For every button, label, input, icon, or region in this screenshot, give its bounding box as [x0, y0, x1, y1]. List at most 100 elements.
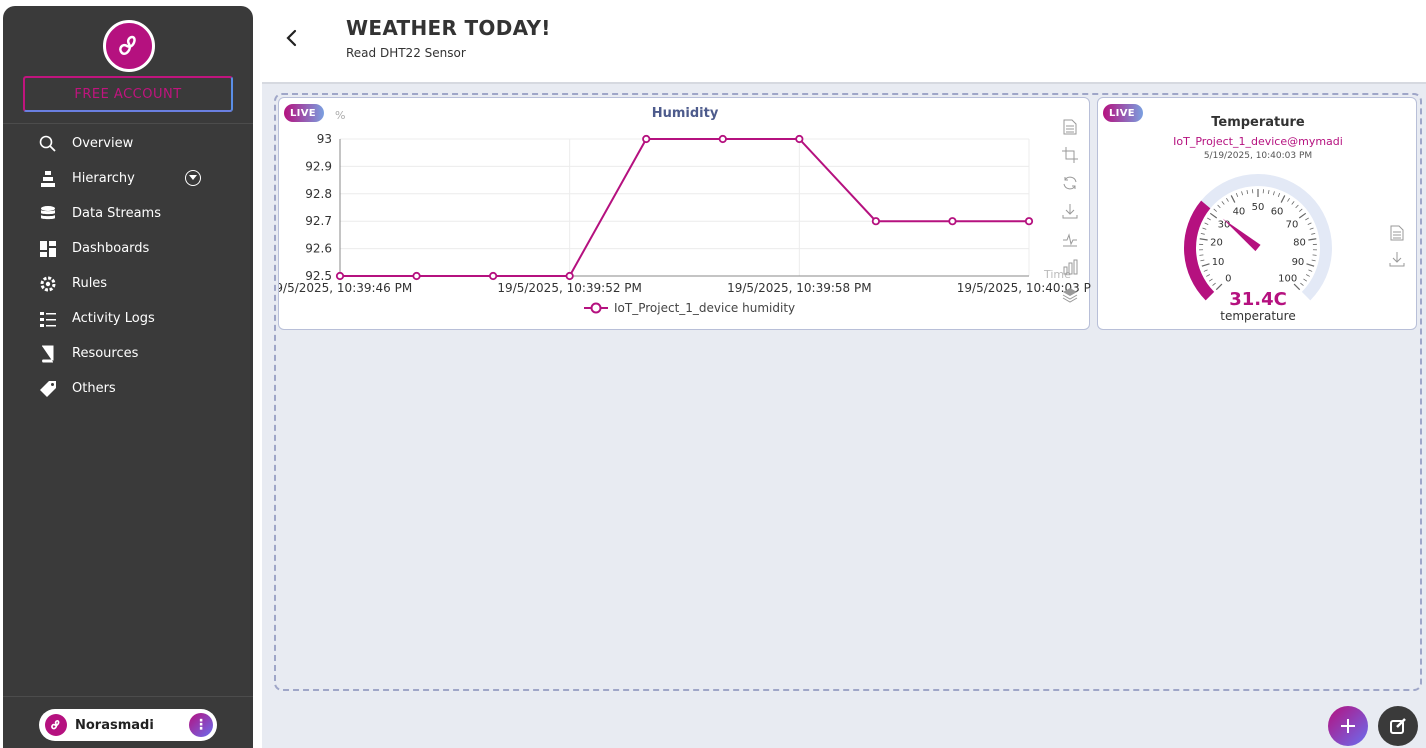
x-tick-label: 19/5/2025, 10:39:46 PM: [279, 281, 412, 295]
line-chart-icon[interactable]: [1061, 230, 1079, 248]
gauge-tick-label: 30: [1218, 219, 1231, 230]
more-options-button[interactable]: ⋮: [189, 713, 213, 737]
sidebar-divider: [3, 696, 253, 697]
gauge-tick-label: 40: [1233, 207, 1246, 218]
dashboard-icon: [39, 240, 57, 258]
plus-icon: [1341, 719, 1355, 733]
gauge-tick: [1202, 227, 1207, 230]
data-point[interactable]: [718, 134, 727, 144]
gauge-tick: [1312, 254, 1317, 256]
infinity-logo-icon: [119, 35, 136, 55]
free-account-button[interactable]: FREE ACCOUNT: [23, 76, 233, 112]
data-point[interactable]: [335, 271, 345, 281]
legend-marker-icon: [584, 302, 608, 314]
legend-label: IoT_Project_1_device humidity: [614, 301, 796, 315]
sidebar-item-rules[interactable]: Rules: [3, 266, 253, 301]
data-view-icon[interactable]: [1061, 118, 1079, 136]
gauge-tick: [1207, 217, 1211, 221]
back-button[interactable]: [282, 26, 302, 50]
gauge-tick-label: 100: [1278, 274, 1297, 285]
y-tick-label: 92.7: [305, 214, 332, 228]
gauge-pointer: [1222, 218, 1261, 252]
gauge-tick: [1303, 278, 1308, 282]
edit-dashboard-button[interactable]: [1378, 706, 1418, 746]
sidebar-item-label: Data Streams: [72, 206, 161, 221]
user-name: Norasmadi: [75, 717, 154, 733]
gauge-tick: [1235, 192, 1239, 198]
sidebar-item-label: Dashboards: [72, 241, 150, 256]
gauge-tick: [1200, 259, 1205, 262]
download-icon[interactable]: [1388, 250, 1406, 268]
sidebar-item-resources[interactable]: Resources: [3, 336, 253, 371]
user-menu[interactable]: Norasmadi ⋮: [39, 709, 217, 741]
gauge-value: 31.4C: [1229, 289, 1287, 310]
data-point[interactable]: [871, 217, 880, 226]
hierarchy-icon: [39, 170, 57, 188]
sidebar-item-data-streams[interactable]: Data Streams: [3, 196, 253, 231]
chevron-left-icon: [286, 29, 297, 47]
chevron-down-icon[interactable]: [185, 170, 201, 186]
gauge-tick: [1226, 197, 1229, 202]
data-point[interactable]: [412, 271, 421, 281]
gauge-tick: [1246, 189, 1249, 195]
gauge-tick: [1308, 238, 1317, 241]
sidebar-item-label: Hierarchy: [72, 171, 135, 186]
list-icon: [39, 310, 57, 328]
add-widget-button[interactable]: [1328, 706, 1368, 746]
gauge-progress: [1184, 200, 1215, 301]
chart-legend[interactable]: IoT_Project_1_device humidity: [584, 301, 795, 315]
gauge-tick-label: 10: [1212, 257, 1225, 268]
x-tick-label: 19/5/2025, 10:39:52 PM: [497, 281, 641, 295]
stack-icon[interactable]: [1061, 286, 1079, 304]
y-tick-label: 93: [317, 132, 332, 146]
gauge-tick-label: 50: [1252, 202, 1265, 213]
data-point[interactable]: [1024, 217, 1034, 226]
sidebar-item-overview[interactable]: Overview: [3, 126, 253, 161]
gauge-tick: [1305, 217, 1309, 221]
download-icon[interactable]: [1061, 202, 1079, 220]
refresh-icon[interactable]: [1061, 174, 1079, 192]
data-view-icon[interactable]: [1388, 224, 1406, 242]
gauge-tick: [1277, 192, 1281, 198]
gauge-tick: [1199, 254, 1204, 256]
gauge-tick: [1308, 269, 1313, 272]
data-point[interactable]: [948, 217, 957, 226]
app-logo[interactable]: [103, 20, 155, 72]
search-icon: [39, 135, 57, 153]
data-point[interactable]: [489, 271, 498, 281]
gauge-tick: [1287, 197, 1290, 202]
gauge-tick: [1213, 208, 1218, 212]
avatar: [45, 714, 67, 736]
gauge-tick: [1298, 208, 1303, 212]
gauge-tick: [1306, 263, 1315, 267]
y-tick-label: 92.9: [305, 159, 332, 173]
data-point[interactable]: [795, 134, 804, 144]
data-point[interactable]: [642, 134, 651, 144]
sidebar-item-dashboards[interactable]: Dashboards: [3, 231, 253, 266]
bar-chart-icon[interactable]: [1061, 258, 1079, 276]
humidity-widget[interactable]: LIVE % Humidity 93 92.9 92.8 92.7 92.6 92.5 19…: [278, 97, 1091, 330]
gauge-tick: [1267, 189, 1270, 195]
sidebar-divider: [3, 123, 253, 124]
sidebar-item-activity-logs[interactable]: Activity Logs: [3, 301, 253, 336]
gauge-tick: [1217, 204, 1221, 209]
gauge-tick: [1311, 259, 1316, 262]
gauge-tick: [1221, 201, 1225, 205]
data-point[interactable]: [565, 271, 574, 281]
sidebar-item-label: Resources: [72, 346, 139, 361]
x-tick-label: 19/5/2025, 10:39:58 PM: [727, 281, 871, 295]
sidebar-nav: Overview Hierarchy Data Streams Dashboar…: [3, 126, 253, 406]
temperature-widget[interactable]: LIVE Temperature IoT_Project_1_device@my…: [1097, 97, 1417, 330]
sidebar-item-hierarchy[interactable]: Hierarchy: [3, 161, 253, 196]
gauge-tick: [1272, 191, 1275, 196]
gauge-tick: [1208, 278, 1213, 282]
page-subtitle: Read DHT22 Sensor: [346, 46, 466, 60]
gauge-tick: [1206, 274, 1210, 277]
sidebar-item-others[interactable]: Others: [3, 371, 253, 406]
sidebar-item-label: Rules: [72, 276, 108, 291]
y-tick-label: 92.8: [305, 187, 332, 201]
gauge-tick: [1241, 191, 1244, 196]
gauge-tick: [1306, 274, 1310, 277]
edit-icon: [1390, 718, 1406, 734]
crop-icon[interactable]: [1061, 146, 1079, 164]
